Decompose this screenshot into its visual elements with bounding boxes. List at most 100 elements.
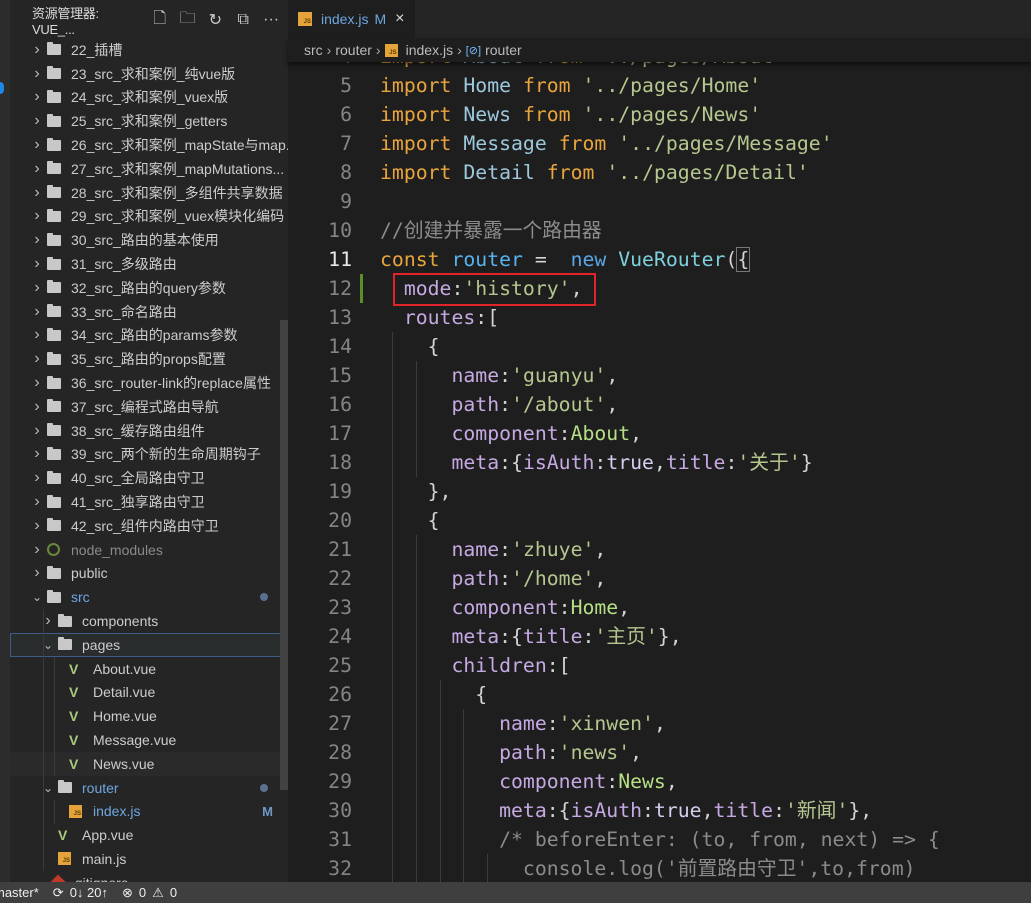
sidebar-scrollbar[interactable]	[280, 320, 288, 790]
chevron-right-icon[interactable]: ›	[32, 422, 42, 440]
chevron-right-icon[interactable]: ›	[32, 65, 42, 83]
code-line[interactable]: 26 {	[288, 679, 1031, 709]
chevron-right-icon[interactable]: ›	[32, 374, 42, 392]
error-count[interactable]: 0	[139, 885, 146, 900]
tab-index-js[interactable]: JS index.js M ×	[288, 0, 415, 38]
code-line[interactable]: 18 meta:{isAuth:true,title:'关于'}	[288, 447, 1031, 477]
tree-item[interactable]: V Detail.vue	[10, 680, 288, 705]
tree-item[interactable]: › 27_src_求和案例_mapMutations...	[10, 157, 288, 181]
tree-item[interactable]: ⌄ src	[10, 585, 288, 609]
tree-item[interactable]: .gitignore	[10, 871, 288, 882]
tree-item[interactable]: V About.vue	[10, 656, 288, 681]
code-line[interactable]: 5 import Home from '../pages/Home'	[288, 71, 1031, 100]
code-line[interactable]: 6 import News from '../pages/News'	[288, 100, 1031, 129]
tree-item[interactable]: › 24_src_求和案例_vuex版	[10, 86, 288, 110]
collapse-all-icon[interactable]: ⧉	[232, 9, 254, 31]
tree-item[interactable]: › 28_src_求和案例_多组件共享数据	[10, 181, 288, 205]
error-icon[interactable]: ⊗	[122, 885, 133, 901]
chevron-right-icon[interactable]: ›	[32, 231, 42, 249]
chevron-right-icon[interactable]: ›	[32, 255, 42, 273]
chevron-right-icon[interactable]: ›	[32, 112, 42, 130]
tree-item[interactable]: › 25_src_求和案例_getters	[10, 109, 288, 133]
chevron-right-icon[interactable]: ›	[43, 612, 53, 630]
code-line[interactable]: 25 children:[	[288, 650, 1031, 680]
tree-item[interactable]: › components	[10, 609, 288, 634]
code-line[interactable]: 4 import About from '../pages/About'	[288, 62, 1031, 71]
chevron-right-icon[interactable]: ›	[32, 469, 42, 487]
tree-item[interactable]: ⌄ pages	[10, 632, 288, 657]
chevron-right-icon[interactable]: ›	[32, 160, 42, 178]
tree-item[interactable]: › 23_src_求和案例_纯vue版	[10, 62, 288, 86]
warning-count[interactable]: 0	[170, 885, 177, 900]
tree-item[interactable]: › 42_src_组件内路由守卫	[10, 514, 288, 538]
code-line[interactable]: 10 //创建并暴露一个路由器	[288, 216, 1031, 245]
tree-item[interactable]: V News.vue	[10, 751, 288, 776]
tree-item[interactable]: › 33_src_命名路由	[10, 300, 288, 324]
tree-item[interactable]: V App.vue	[10, 823, 288, 848]
chevron-right-icon[interactable]: ›	[32, 136, 42, 154]
tree-item[interactable]: › 34_src_路由的params参数	[10, 324, 288, 348]
tree-item[interactable]: › 35_src_路由的props配置	[10, 347, 288, 371]
code-line[interactable]: 19 },	[288, 476, 1031, 506]
chevron-right-icon[interactable]: ›	[32, 207, 42, 225]
chevron-down-icon[interactable]: ⌄	[43, 781, 53, 795]
code-editor[interactable]: 4 import About from '../pages/About' 5 impo…	[288, 62, 1031, 882]
tree-item[interactable]: › 37_src_编程式路由导航	[10, 395, 288, 419]
warning-icon[interactable]: ⚠	[152, 885, 164, 901]
chevron-right-icon[interactable]: ›	[32, 564, 42, 582]
tree-item[interactable]: › 31_src_多级路由	[10, 252, 288, 276]
tree-item[interactable]: V Message.vue	[10, 728, 288, 753]
tree-item[interactable]: › 41_src_独享路由守卫	[10, 490, 288, 514]
chevron-right-icon[interactable]: ›	[32, 398, 42, 416]
code-line[interactable]: 20 {	[288, 505, 1031, 535]
breadcrumb-router[interactable]: router	[335, 42, 372, 58]
code-line[interactable]: 17 component:About,	[288, 418, 1031, 448]
tree-item[interactable]: › 40_src_全局路由守卫	[10, 466, 288, 490]
code-line[interactable]: 11 const router = new VueRouter({	[288, 245, 1031, 274]
code-line[interactable]: 13 routes:[	[288, 303, 1031, 332]
breadcrumb-symbol[interactable]: router	[485, 42, 522, 58]
code-line[interactable]: 7 import Message from '../pages/Message'	[288, 129, 1031, 158]
tree-item[interactable]: › 29_src_求和案例_vuex模块化编码	[10, 205, 288, 229]
refresh-icon[interactable]: ↻	[204, 9, 226, 31]
new-file-icon[interactable]: 🗋	[149, 9, 171, 31]
tree-item[interactable]: JS index.js M	[10, 799, 288, 824]
code-line[interactable]: 30 meta:{isAuth:true,title:'新闻'},	[288, 795, 1031, 825]
chevron-right-icon[interactable]: ›	[32, 517, 42, 535]
tree-item[interactable]: › 32_src_路由的query参数	[10, 276, 288, 300]
git-branch[interactable]: master*	[0, 885, 39, 900]
tree-item[interactable]: › 39_src_两个新的生命周期钩子	[10, 443, 288, 467]
code-line[interactable]: 14 {	[288, 331, 1031, 361]
code-line[interactable]: 16 path:'/about',	[288, 389, 1031, 419]
new-folder-icon[interactable]: 🗀	[177, 9, 199, 31]
code-line[interactable]: 23 component:Home,	[288, 592, 1031, 622]
code-line[interactable]: 15 name:'guanyu',	[288, 360, 1031, 390]
tree-item[interactable]: › 38_src_缓存路由组件	[10, 419, 288, 443]
chevron-right-icon[interactable]: ›	[32, 41, 42, 59]
tree-item[interactable]: › node_modules	[10, 538, 288, 562]
chevron-right-icon[interactable]: ›	[32, 303, 42, 321]
chevron-right-icon[interactable]: ›	[32, 279, 42, 297]
close-icon[interactable]: ×	[395, 10, 404, 28]
chevron-right-icon[interactable]: ›	[32, 88, 42, 106]
sync-icon[interactable]: ⟳	[53, 885, 64, 901]
more-icon[interactable]: ···	[260, 9, 282, 31]
code-line[interactable]: 31 /* beforeEnter: (to, from, next) => {	[288, 824, 1031, 854]
code-line[interactable]: 24 meta:{title:'主页'},	[288, 621, 1031, 651]
chevron-right-icon[interactable]: ›	[32, 493, 42, 511]
tree-item[interactable]: › 22_插槽	[10, 38, 288, 62]
breadcrumb-file[interactable]: index.js	[406, 42, 453, 58]
chevron-right-icon[interactable]: ›	[32, 541, 42, 559]
tree-item[interactable]: › 26_src_求和案例_mapState与map...	[10, 133, 288, 157]
chevron-right-icon[interactable]: ›	[32, 350, 42, 368]
code-line[interactable]: 29 component:News,	[288, 766, 1031, 796]
code-line[interactable]: 22 path:'/home',	[288, 563, 1031, 593]
tree-item[interactable]: JS main.js	[10, 847, 288, 872]
code-line[interactable]: 32 console.log('前置路由守卫',to,from)	[288, 853, 1031, 882]
code-line[interactable]: 28 path:'news',	[288, 737, 1031, 767]
breadcrumb-src[interactable]: src	[304, 42, 323, 58]
tree-item[interactable]: V Home.vue	[10, 704, 288, 729]
chevron-right-icon[interactable]: ›	[32, 326, 42, 344]
tree-item[interactable]: › 30_src_路由的基本使用	[10, 228, 288, 252]
code-line[interactable]: 27 name:'xinwen',	[288, 708, 1031, 738]
